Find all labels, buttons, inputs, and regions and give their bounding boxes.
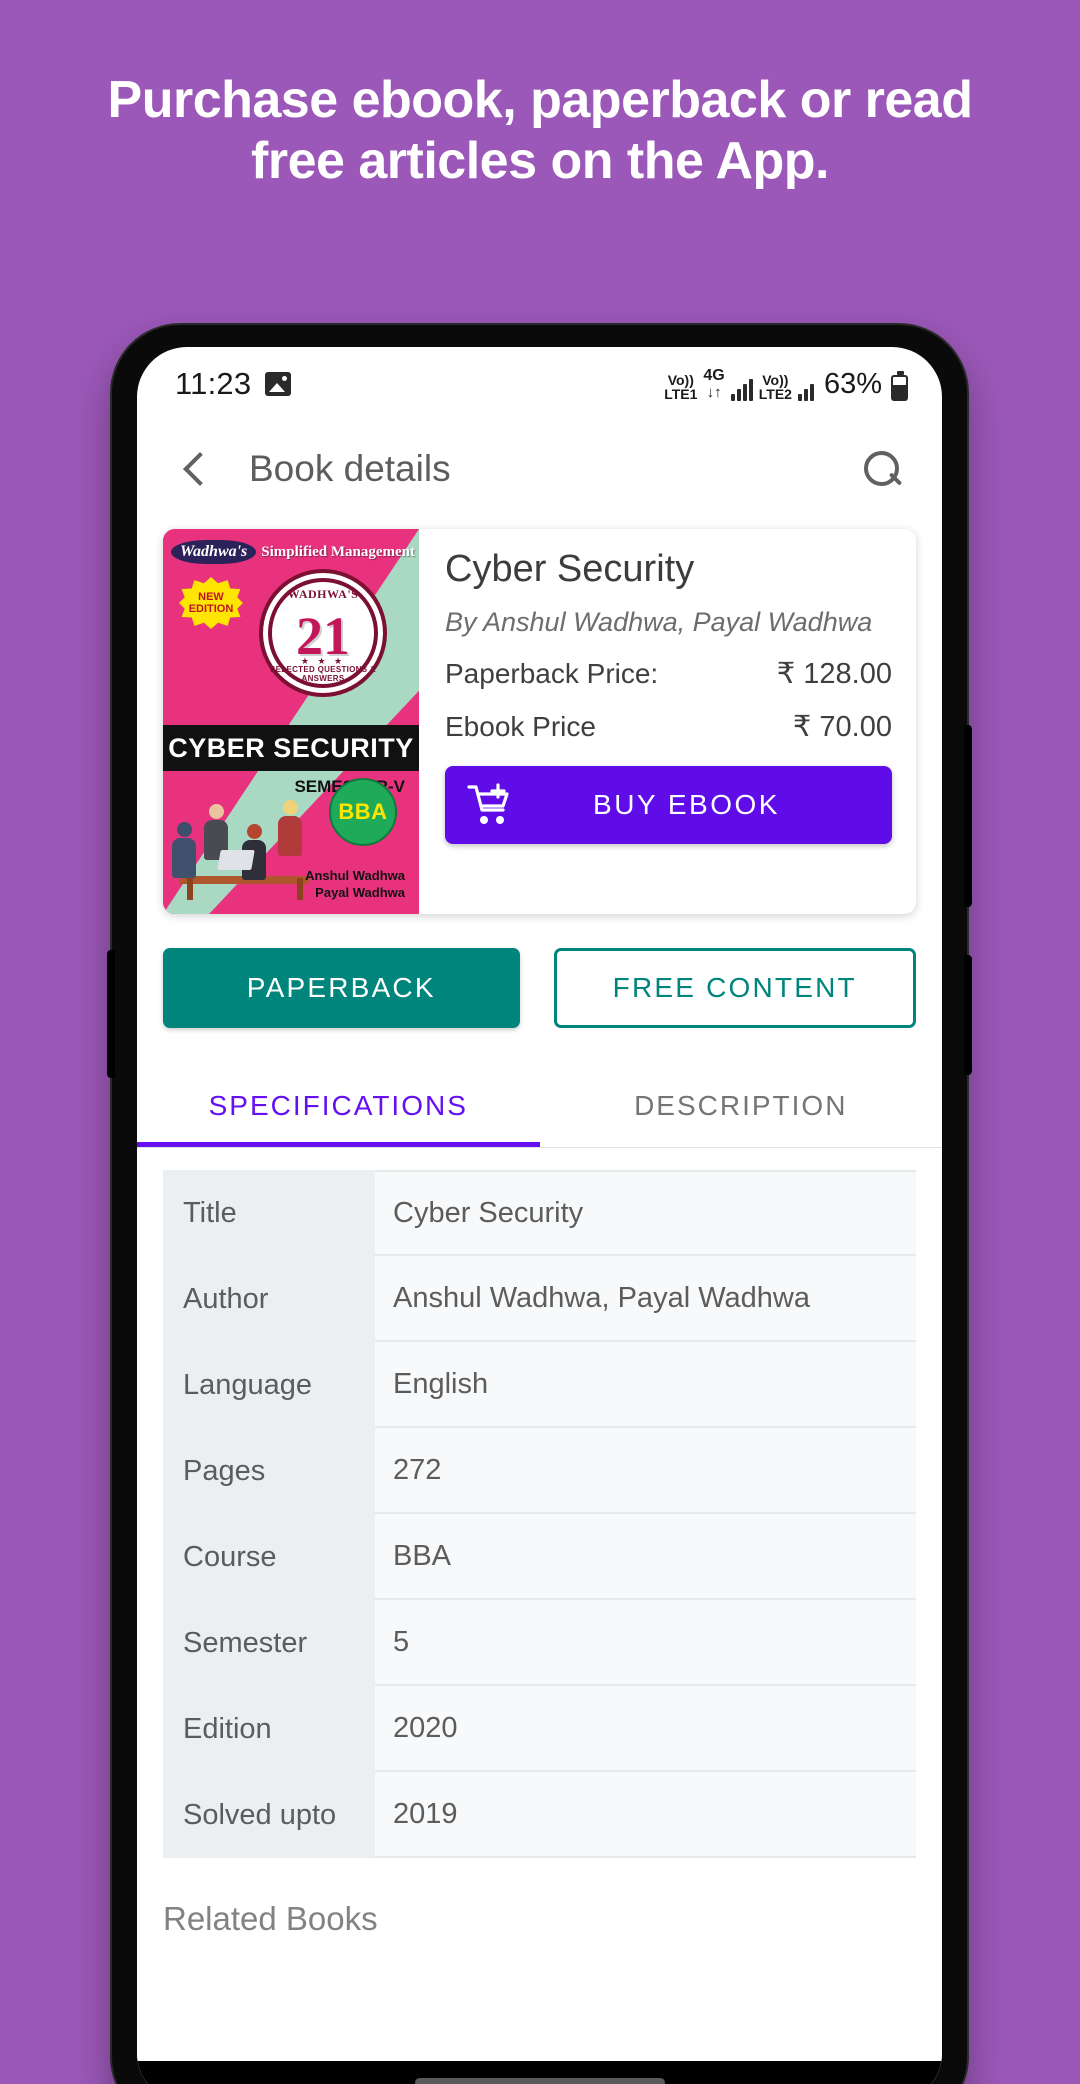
cover-authors: Anshul Wadhwa Payal Wadhwa [305,867,405,902]
table-row: Pages 272 [163,1428,916,1514]
book-author: By Anshul Wadhwa, Payal Wadhwa [445,606,873,637]
paperback-price-value: ₹ 128.00 [776,657,892,690]
cover-author-2: Payal Wadhwa [315,885,405,901]
phone-volume-button[interactable] [964,725,972,907]
gesture-home-bar[interactable] [414,2077,665,2084]
add-to-cart-icon [467,783,513,827]
paperback-price-label: Paperback Price: [445,657,659,689]
network-label: 4G [703,366,725,384]
cover-seal-number: 21 [296,606,350,666]
photo-icon [265,372,292,396]
phone-power-button[interactable] [964,955,972,1075]
spec-value: 5 [375,1600,916,1686]
ebook-price-label: Ebook Price [445,710,596,742]
tab-specifications[interactable]: SPECIFICATIONS [137,1072,540,1147]
cover-seal-bottom: SELECTED QUESTIONS & ANSWERS [269,665,376,683]
data-arrows-icon: ↓↑ [706,383,722,401]
spec-key: Pages [163,1428,375,1514]
spec-key: Course [163,1514,375,1600]
paperback-price-row: Paperback Price: ₹ 128.00 [445,656,892,691]
volte2-bottom: LTE2 [758,385,792,402]
book-info: Cyber Security By Anshul Wadhwa, Payal W… [419,529,916,914]
spec-key: Edition [163,1686,375,1772]
spec-value: BBA [375,1514,916,1600]
spec-key: Semester [163,1600,375,1686]
promo-line-2: free articles on the App. [251,131,829,190]
buy-ebook-button[interactable]: BUY EBOOK [445,765,892,844]
table-row: Edition 2020 [163,1686,916,1772]
cover-course-badge: BBA [329,778,397,846]
cover-badge-line1: NEW [198,590,224,603]
status-bar-left: 11:23 [175,366,292,402]
screen-content: Wadhwa's Simplified Management Series NE… [137,517,942,2084]
volte1-icon: Vo)) LTE1 [664,373,697,401]
promo-line-1: Purchase ebook, paperback or read [107,71,973,129]
buy-ebook-label: BUY EBOOK [593,788,780,820]
tab-bar: SPECIFICATIONS DESCRIPTION [137,1072,942,1148]
spec-key: Author [163,1256,375,1342]
table-row: Language English [163,1342,916,1428]
battery-percent: 63% [823,367,882,400]
book-summary-card: Wadhwa's Simplified Management Series NE… [163,529,916,914]
cover-author-1: Anshul Wadhwa [305,867,405,883]
cover-badge-line2: EDITION [188,603,234,615]
spec-key: Solved upto [163,1772,375,1858]
spec-value: English [375,1342,916,1428]
book-cover-image: Wadhwa's Simplified Management Series NE… [163,529,419,914]
battery-icon [891,370,908,401]
free-content-button[interactable]: FREE CONTENT [553,948,916,1028]
specifications-table: Title Cyber Security Author Anshul Wadhw… [163,1170,916,1858]
status-bar: 11:23 Vo)) LTE1 4G ↓↑ Vo)) LTE2 63% [137,347,942,421]
spec-value: 2020 [375,1686,916,1772]
signal-bars-1-icon [730,378,753,401]
status-time: 11:23 [175,366,252,401]
phone-mockup: 11:23 Vo)) LTE1 4G ↓↑ Vo)) LTE2 63% Book… [107,325,972,2084]
book-title: Cyber Security [445,548,695,590]
volte2-icon: Vo)) LTE2 [759,373,792,401]
page-title: Book details [249,448,451,489]
cover-seal-icon: WADHWA'S 21 ★ ★ ★ SELECTED QUESTIONS & A… [259,569,387,697]
gesture-nav-area [137,2061,942,2084]
cover-title: CYBER SECURITY [168,732,414,763]
table-row: Author Anshul Wadhwa, Payal Wadhwa [163,1256,916,1342]
back-chevron-icon[interactable] [173,447,217,491]
promo-heading: Purchase ebook, paperback or read free a… [0,70,1080,192]
spec-value: Anshul Wadhwa, Payal Wadhwa [375,1256,916,1342]
related-books-heading: Related Books [163,1900,378,1937]
cover-series: Simplified Management Series [261,543,419,560]
spec-key: Language [163,1342,375,1428]
tab-description[interactable]: DESCRIPTION [540,1072,943,1147]
spec-key: Title [163,1170,375,1256]
paperback-button[interactable]: PAPERBACK [163,948,520,1028]
spec-value: 272 [375,1428,916,1514]
table-row: Solved upto 2019 [163,1772,916,1858]
phone-screen: 11:23 Vo)) LTE1 4G ↓↑ Vo)) LTE2 63% Book… [137,347,942,2084]
table-row: Title Cyber Security [163,1170,916,1256]
action-buttons: PAPERBACK FREE CONTENT [137,914,942,1028]
spec-value: Cyber Security [375,1170,916,1256]
cover-seal-top: WADHWA'S [287,587,359,601]
status-bar-right: Vo)) LTE1 4G ↓↑ Vo)) LTE2 63% [664,366,908,401]
volte2-top: Vo)) [762,371,789,388]
app-bar: Book details [137,421,942,517]
search-icon[interactable] [858,446,904,492]
cover-top-band: Wadhwa's Simplified Management Series [163,535,419,569]
signal-bars-2-icon [797,379,814,401]
cover-publisher: Wadhwa's [171,540,257,564]
cover-title-band: CYBER SECURITY [163,725,419,771]
spec-value: 2019 [375,1772,916,1858]
ebook-price-value: ₹ 70.00 [792,710,892,743]
ebook-price-row: Ebook Price ₹ 70.00 [445,709,892,744]
table-row: Semester 5 [163,1600,916,1686]
phone-left-button[interactable] [107,950,115,1078]
volte1-top: Vo)) [667,371,694,388]
network-type-icon: 4G ↓↑ [703,366,725,401]
volte1-bottom: LTE1 [664,385,698,402]
table-row: Course BBA [163,1514,916,1600]
